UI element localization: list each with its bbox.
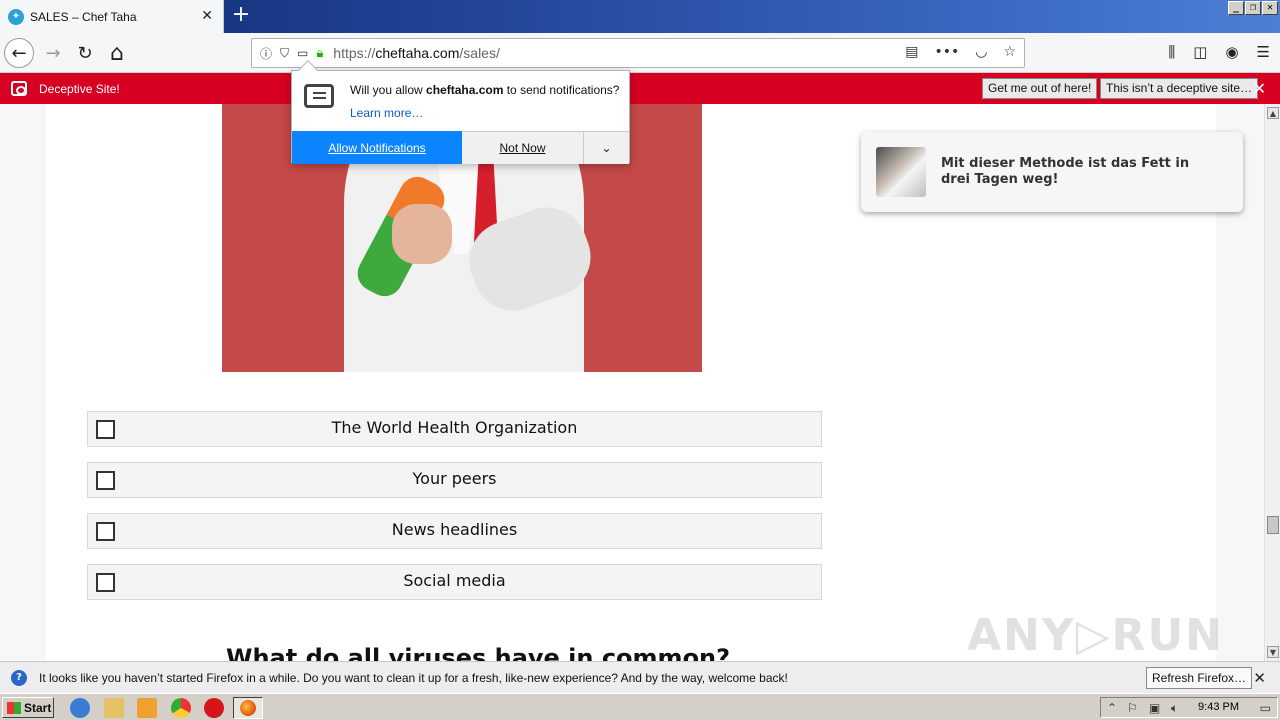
quiz-option[interactable]: Social media — [87, 564, 822, 600]
media-player-icon[interactable] — [137, 698, 157, 718]
refresh-message: It looks like you haven’t started Firefo… — [39, 671, 788, 685]
web-page: The World Health Organization Your peers… — [0, 104, 1264, 661]
close-warning-icon[interactable]: ✕ — [1253, 79, 1266, 98]
lock-icon[interactable]: 🔒︎ — [316, 46, 323, 61]
promo-text: Mit dieser Methode ist das Fett in drei … — [941, 156, 1190, 187]
scroll-down-icon[interactable]: ▼ — [1267, 646, 1279, 658]
url-text[interactable]: https://cheftaha.com/sales/ — [333, 45, 500, 61]
page-content: The World Health Organization Your peers… — [46, 104, 1243, 661]
question-heading: What do all viruses have in common? — [226, 644, 731, 661]
windows-taskbar: Start ⌃ ⚐ ▣ 🔈︎ 9:43 PM ▭ — [0, 693, 1280, 720]
page-actions-icon[interactable]: ••• — [934, 44, 959, 60]
sidebar-icon[interactable]: ◫ — [1193, 43, 1207, 61]
show-hidden-icons-icon[interactable]: ⌃ — [1107, 701, 1117, 715]
network-icon[interactable]: ▣ — [1149, 701, 1160, 715]
show-desktop-icon[interactable]: ▭ — [1260, 701, 1271, 715]
restore-button[interactable]: ❐ — [1245, 1, 1261, 15]
tab-strip: ✦ SALES – Chef Taha ✕ + _ ❐ ✕ — [0, 0, 1280, 33]
back-button[interactable]: ← — [4, 38, 34, 68]
vertical-scrollbar[interactable]: ▲ ▼ — [1264, 104, 1280, 661]
forward-button[interactable]: → — [38, 38, 68, 68]
pocket-icon[interactable]: ◡ — [975, 44, 987, 60]
close-window-button[interactable]: ✕ — [1262, 1, 1278, 15]
windows-logo-icon — [7, 701, 21, 714]
library-icon[interactable]: ⫼ — [1168, 43, 1175, 61]
scroll-thumb[interactable] — [1267, 516, 1279, 534]
refresh-firefox-bar: ? It looks like you haven’t started Fire… — [0, 661, 1280, 693]
scroll-up-icon[interactable]: ▲ — [1267, 107, 1279, 119]
close-refresh-bar-icon[interactable]: ✕ — [1253, 669, 1266, 687]
not-deceptive-button[interactable]: This isn’t a deceptive site… — [1100, 78, 1259, 99]
tracking-shield-icon[interactable]: ⛉ — [280, 46, 289, 61]
info-icon: ? — [11, 670, 27, 686]
option-label: Your peers — [412, 469, 497, 488]
close-tab-icon[interactable]: ✕ — [201, 8, 213, 24]
notification-permission-popup: Will you allow cheftaha.com to send noti… — [291, 60, 630, 164]
system-tray: ⌃ ⚐ ▣ 🔈︎ 9:43 PM ▭ — [1100, 697, 1278, 718]
tab-title: SALES – Chef Taha — [30, 9, 137, 24]
permission-question: Will you allow cheftaha.com to send noti… — [350, 83, 620, 97]
learn-more-link[interactable]: Learn more… — [350, 106, 423, 120]
option-label: News headlines — [391, 520, 518, 539]
clock[interactable]: 9:43 PM — [1198, 701, 1239, 713]
option-label: The World Health Organization — [331, 418, 578, 437]
allow-notifications-button[interactable]: Allow Notifications — [292, 131, 462, 164]
quiz-option[interactable]: News headlines — [87, 513, 822, 549]
info-icon[interactable]: ⓘ — [260, 45, 272, 62]
new-tab-button[interactable]: + — [230, 4, 252, 28]
get-me-out-button[interactable]: Get me out of here! — [982, 78, 1098, 99]
reader-view-icon[interactable]: ▤ — [905, 44, 918, 60]
firefox-taskbar-button[interactable] — [233, 697, 263, 719]
minimize-button[interactable]: _ — [1228, 1, 1244, 15]
notification-permission-icon[interactable]: ▭ — [297, 46, 308, 60]
chevron-down-icon[interactable]: ⌄ — [583, 131, 629, 164]
volume-icon[interactable]: 🔈︎ — [1171, 701, 1178, 716]
hamburger-menu-icon[interactable]: ☰ — [1257, 43, 1270, 61]
url-bar[interactable]: ⓘ ⛉ ▭ 🔒︎ https://cheftaha.com/sales/ ▤ •… — [251, 38, 1025, 68]
promo-thumbnail — [876, 147, 926, 197]
deceptive-message: Deceptive Site! — [39, 82, 120, 96]
deceptive-site-warning-bar: Deceptive Site! Get me out of here! This… — [0, 73, 1280, 104]
site-favicon-icon: ✦ — [8, 8, 24, 25]
bookmark-star-icon[interactable]: ☆ — [1003, 44, 1016, 60]
opera-icon[interactable] — [204, 698, 224, 718]
promo-notification-card[interactable]: Mit dieser Methode ist das Fett in drei … — [861, 132, 1243, 212]
navigation-toolbar: ← → ↻ ⌂ ⓘ ⛉ ▭ 🔒︎ https://cheftaha.com/sa… — [0, 33, 1280, 73]
home-button[interactable]: ⌂ — [102, 38, 132, 68]
quiz-option[interactable]: The World Health Organization — [87, 411, 822, 447]
action-center-flag-icon[interactable]: ⚐ — [1127, 701, 1138, 715]
chrome-icon[interactable] — [171, 698, 191, 718]
start-button[interactable]: Start — [2, 697, 54, 718]
firefox-icon — [240, 700, 256, 716]
reload-button[interactable]: ↻ — [70, 38, 100, 68]
chat-bubble-icon — [304, 84, 334, 108]
ie-icon[interactable] — [70, 698, 90, 718]
warning-shield-icon — [11, 81, 27, 96]
explorer-icon[interactable] — [104, 698, 124, 718]
option-label: Social media — [403, 571, 506, 590]
anyrun-watermark: ANY▷RUN — [966, 610, 1224, 661]
account-icon[interactable]: ◉ — [1225, 43, 1238, 61]
tab-sales[interactable]: ✦ SALES – Chef Taha ✕ — [0, 0, 224, 33]
not-now-button[interactable]: Not Now — [462, 131, 583, 164]
refresh-firefox-button[interactable]: Refresh Firefox… — [1146, 667, 1253, 689]
quiz-option[interactable]: Your peers — [87, 462, 822, 498]
